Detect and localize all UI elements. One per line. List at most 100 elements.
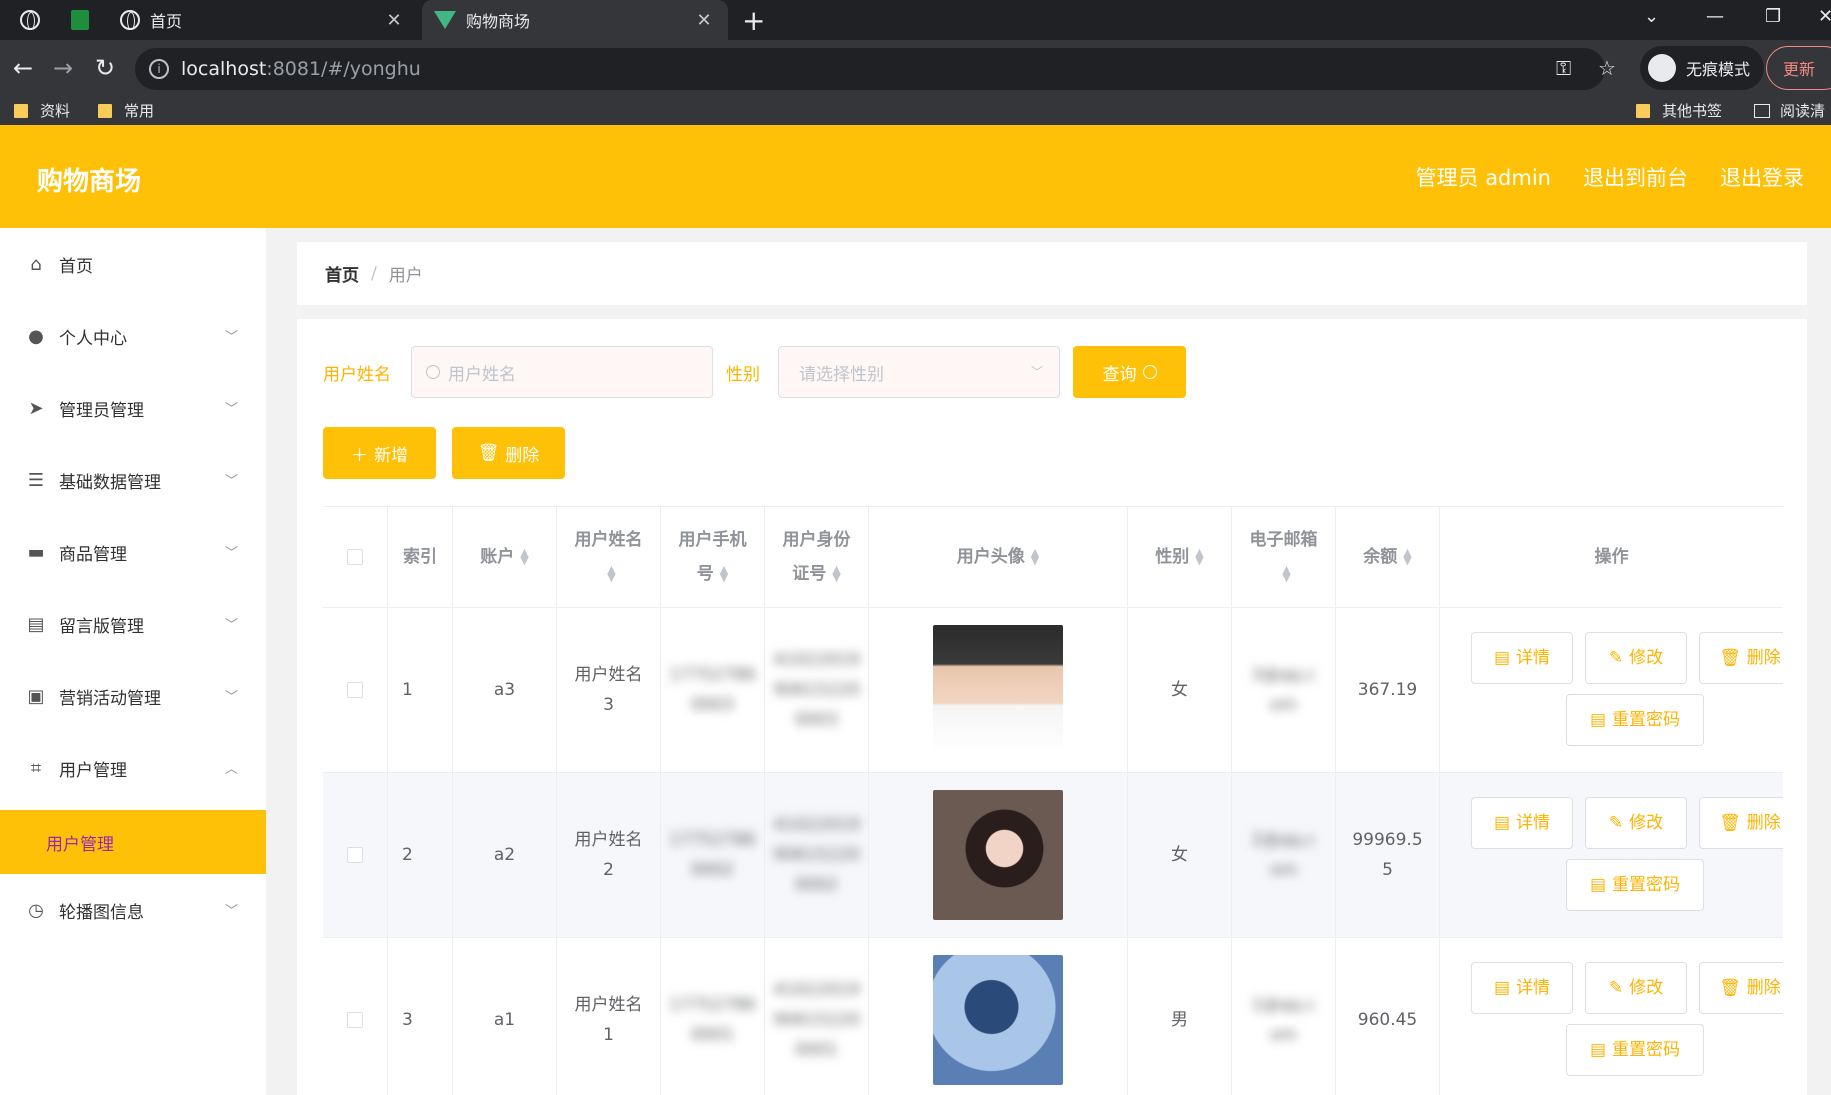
back-icon[interactable]: ← — [8, 54, 38, 82]
sort-icon[interactable]: ▲ ▼ — [1403, 547, 1411, 566]
op-label: 修改 — [1629, 648, 1664, 668]
header-avatar[interactable]: 用户头像 ▲ ▼ — [869, 507, 1128, 607]
name-search-input[interactable]: 用户姓名 — [411, 346, 713, 398]
row-delete-button[interactable]: 🗑 删除 — [1699, 962, 1783, 1014]
sort-icon[interactable]: ▲ ▼ — [832, 564, 840, 583]
sheet-tab-icon[interactable] — [68, 8, 92, 32]
sort-icon[interactable]: ▲ ▼ — [520, 547, 528, 566]
cell-text: 90615220 — [773, 1010, 860, 1030]
reset-password-button[interactable]: ▤ 重置密码 — [1566, 859, 1704, 911]
bookmark-folder[interactable]: 常用 — [98, 100, 154, 121]
sidebar-item-personal-center[interactable]: ● 个人中心 ﹀ — [0, 300, 266, 372]
edit-button[interactable]: ✎ 修改 — [1585, 632, 1687, 684]
add-button[interactable]: ＋ 新增 — [323, 427, 436, 479]
close-icon[interactable]: ✕ — [692, 10, 716, 31]
header-account[interactable]: 账户 ▲ ▼ — [453, 507, 557, 607]
sidebar-item-user-management[interactable]: ⌗ 用户管理 ︿ — [0, 732, 266, 804]
header-id-card[interactable]: 用户身份 证号 ▲ ▼ — [765, 507, 869, 607]
sidebar-item-basic-data[interactable]: ☰ 基础数据管理 ﹀ — [0, 444, 266, 516]
sidebar-item-carousel[interactable]: ◷ 轮播图信息 ﹀ — [0, 874, 266, 946]
sidebar-item-marketing[interactable]: ▣ 营销活动管理 ﹀ — [0, 660, 266, 732]
gender-select[interactable]: 请选择性别 ﹀ — [778, 346, 1060, 398]
header-phone[interactable]: 用户手机号 ▲ ▼ — [661, 507, 765, 607]
avatar[interactable] — [933, 625, 1063, 755]
chevron-down-icon: ﹀ — [224, 618, 238, 633]
cell-balance: 99969.5 5 — [1336, 773, 1440, 937]
other-bookmarks[interactable]: 其他书签 — [1636, 100, 1722, 121]
header-name[interactable]: 用户姓名 ▲ ▼ — [557, 507, 661, 607]
new-tab-button[interactable]: + — [742, 4, 765, 37]
row-checkbox[interactable] — [347, 682, 363, 698]
delete-button[interactable]: 🗑 删除 — [452, 427, 565, 479]
reading-list-icon — [1754, 103, 1770, 118]
info-icon[interactable]: i — [149, 59, 169, 79]
sidebar-item-home[interactable]: ⌂ 首页 — [0, 228, 266, 300]
header-balance[interactable]: 余额 ▲ ▼ — [1336, 507, 1440, 607]
cell-text: 367.19 — [1357, 680, 1418, 700]
sidebar-item-goods[interactable]: ▬ 商品管理 ﹀ — [0, 516, 266, 588]
edit-button[interactable]: ✎ 修改 — [1585, 797, 1687, 849]
tab-title: 购物商场 — [466, 12, 531, 31]
row-delete-button[interactable]: 🗑 删除 — [1699, 797, 1783, 849]
row-checkbox[interactable] — [347, 1012, 363, 1028]
header-label: 用户身份 — [782, 530, 851, 550]
sort-icon[interactable]: ▲ ▼ — [1031, 547, 1039, 566]
logout-link[interactable]: 退出登录 — [1720, 162, 1804, 192]
forward-icon[interactable]: → — [48, 54, 78, 82]
cell-email: 3@qq.c om — [1232, 608, 1336, 772]
query-button[interactable]: 查询 — [1073, 346, 1186, 398]
detail-button[interactable]: ▤ 详情 — [1471, 632, 1573, 684]
incognito-profile[interactable]: 无痕模式 — [1640, 46, 1765, 90]
select-all-checkbox[interactable] — [347, 549, 363, 565]
update-button[interactable]: 更新 — [1766, 46, 1831, 90]
reading-list[interactable]: 阅读清 — [1754, 100, 1825, 121]
tab-home[interactable]: 首页 ✕ — [108, 0, 418, 40]
edit-button[interactable]: ✎ 修改 — [1585, 962, 1687, 1014]
key-icon[interactable]: ⚿ — [1556, 56, 1571, 80]
minimize-icon[interactable]: — — [1706, 6, 1724, 27]
table-row: 1 a3 用户姓名 3 17752786 0003 41022019 90615220… — [323, 608, 1783, 773]
cell-id-card: 41022019 90615220 0002 — [765, 773, 869, 937]
vue-icon — [434, 11, 456, 29]
sort-icon[interactable]: ▲ ▼ — [720, 564, 728, 583]
reload-icon[interactable]: ↻ — [90, 54, 120, 82]
tab-shop[interactable]: 购物商场 ✕ — [422, 0, 728, 40]
header-gender[interactable]: 性别 ▲ ▼ — [1128, 507, 1232, 607]
cell-text: om — [1270, 695, 1297, 715]
sort-icon[interactable]: ▲ ▼ — [1195, 547, 1203, 566]
window-close-icon[interactable]: ✕ — [1818, 6, 1831, 27]
detail-button[interactable]: ▤ 详情 — [1471, 962, 1573, 1014]
header-label: 用户头像 — [956, 547, 1025, 567]
cell-text: 41022019 — [773, 815, 860, 835]
bookmark-folder[interactable]: 资料 — [14, 100, 70, 121]
cell-text: 41022019 — [773, 650, 860, 670]
sidebar-item-admin-management[interactable]: ➤ 管理员管理 ﹀ — [0, 372, 266, 444]
browser-menu-icon[interactable] — [18, 8, 42, 32]
reset-password-button[interactable]: ▤ 重置密码 — [1566, 694, 1704, 746]
chevron-down-icon[interactable]: ⌄ — [1644, 6, 1659, 27]
sort-icon[interactable]: ▲ ▼ — [607, 564, 615, 583]
row-checkbox[interactable] — [347, 847, 363, 863]
row-select-cell — [323, 773, 388, 937]
restore-icon[interactable]: ❐ — [1765, 6, 1781, 27]
reset-password-button[interactable]: ▤ 重置密码 — [1566, 1024, 1704, 1076]
admin-user-link[interactable]: 管理员 admin — [1416, 162, 1551, 192]
cell-ops: ▤ 详情 ✎ 修改 🗑 删除 ▤ 重置密码 — [1440, 938, 1783, 1095]
sort-icon[interactable]: ▲ ▼ — [1282, 564, 1290, 583]
row-delete-button[interactable]: 🗑 删除 — [1699, 632, 1783, 684]
url-field[interactable]: i localhost:8081/#/yonghu — [135, 48, 1605, 90]
sidebar-subitem-user-management[interactable]: 用户管理 — [0, 810, 266, 874]
sidebar-item-message-board[interactable]: ▤ 留言版管理 ﹀ — [0, 588, 266, 660]
exit-to-front-link[interactable]: 退出到前台 — [1583, 162, 1688, 192]
avatar[interactable] — [933, 790, 1063, 920]
avatar[interactable] — [933, 955, 1063, 1085]
breadcrumb-home[interactable]: 首页 — [325, 261, 359, 286]
star-icon[interactable]: ☆ — [1598, 56, 1616, 80]
detail-button[interactable]: ▤ 详情 — [1471, 797, 1573, 849]
cell-text: 用户姓名 — [574, 995, 643, 1015]
header-label: 名 — [625, 530, 643, 550]
close-icon[interactable]: ✕ — [382, 10, 406, 31]
pencil-icon: ✎ — [1608, 648, 1624, 668]
header-email[interactable]: 电子邮箱 ▲ ▼ — [1232, 507, 1336, 607]
cell-text: 17752786 — [669, 830, 756, 850]
